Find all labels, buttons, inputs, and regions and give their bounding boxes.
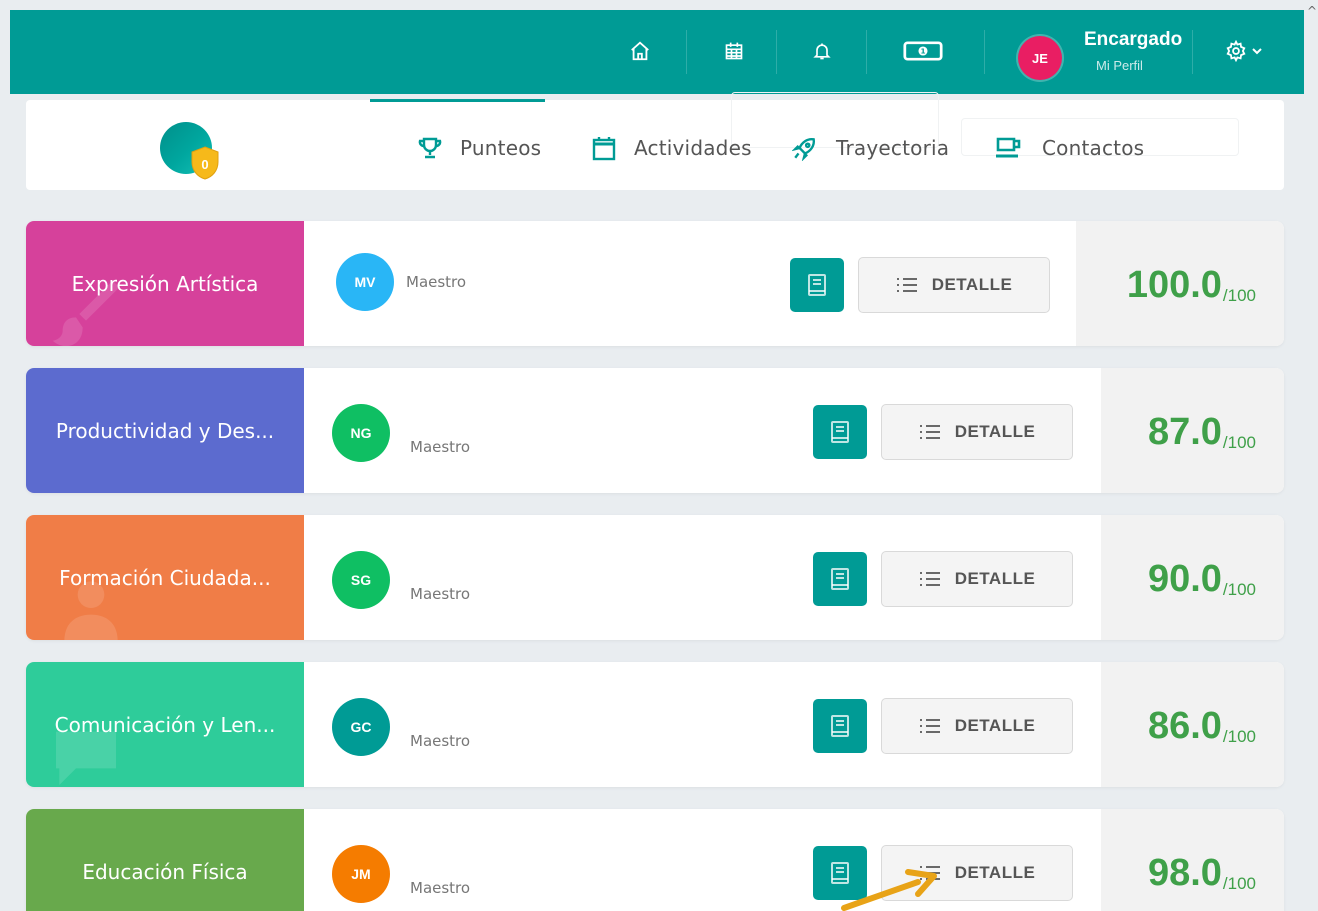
tab-label: Contactos [1042,136,1145,160]
course-card: Comunicación y Len... GC Maestro DETALLE 86.… [26,662,1284,787]
tab-label: Punteos [460,136,542,160]
detail-button[interactable]: DETALLE [881,404,1073,460]
tab-punteos[interactable]: Punteos [418,134,541,162]
score-max: /100 [1222,874,1256,893]
navbar-divider [984,30,985,74]
navbar-divider [776,30,777,74]
navbar-divider [686,30,687,74]
badge-count: 0 [201,157,208,172]
user-name[interactable]: Encargado [1084,29,1182,51]
calendar-icon[interactable] [714,34,754,68]
detail-label: DETALLE [954,716,1036,735]
teacher-role: Maestro [406,273,467,291]
score-value: 98.0 [1147,852,1222,894]
bell-icon[interactable] [802,34,842,68]
detail-button[interactable]: DETALLE [881,551,1073,607]
course-name-panel[interactable]: Expresión Artística [26,221,304,346]
score-box: 100.0/100 [1076,221,1284,346]
course-card: Educación Física JM Maestro DETALLE 98.0/100 [26,809,1284,911]
course-name-panel[interactable]: Comunicación y Len... [26,662,304,787]
detail-button[interactable]: DETALLE [858,257,1050,313]
teacher-avatar: SG [332,551,390,609]
score-value: 87.0 [1147,411,1222,453]
teacher-avatar: MV [336,253,394,311]
score-value: 90.0 [1147,558,1222,600]
course-name-panel[interactable]: Educación Física [26,809,304,911]
payments-icon[interactable]: 1 [903,34,943,68]
score-max: /100 [1222,727,1256,746]
book-icon [831,715,849,737]
course-name-panel[interactable]: Formación Ciudada... [26,515,304,640]
student-tabs-panel: 0 Punteos Actividades Trayectoria Contac… [26,92,1284,190]
pointer-arrow-icon [841,869,937,911]
scrollbar-up-arrow[interactable]: ^ [1306,4,1318,24]
score-box: 98.0/100 [1101,809,1284,911]
book-button[interactable] [790,258,844,312]
detail-label: DETALLE [954,569,1036,588]
book-icon [831,568,849,590]
list-icon [919,425,940,439]
calendar-icon [592,137,616,161]
course-card: Expresión Artística MV Maestro DETALLE 100.0… [26,221,1284,346]
course-card: Formación Ciudada... SG Maestro DETALLE 90.0… [26,515,1284,640]
list-icon [919,572,940,586]
navbar-divider [866,30,867,74]
navbar-divider [1192,30,1193,74]
teacher-role: Maestro [410,438,471,456]
tab-actividades[interactable]: Actividades [592,134,752,162]
home-icon[interactable] [620,34,660,68]
course-card: Productividad y Des... NG Maestro DETALLE 87… [26,368,1284,493]
score-max: /100 [1222,580,1256,599]
cup-icon [996,137,1021,158]
teacher-role: Maestro [410,585,471,603]
tab-label: Actividades [634,136,752,160]
course-name: Productividad y Des... [55,418,275,443]
course-name: Educación Física [82,859,248,884]
teacher-role: Maestro [410,732,471,750]
score-value: 100.0 [1126,264,1222,306]
settings-icon[interactable] [1216,34,1272,68]
trophy-icon [418,137,442,159]
profile-link[interactable]: Mi Perfil [1096,58,1143,73]
course-name: Formación Ciudada... [59,565,271,590]
score-box: 90.0/100 [1101,515,1284,640]
book-button[interactable] [813,699,867,753]
rocket-icon [792,137,816,161]
course-name-panel[interactable]: Productividad y Des... [26,368,304,493]
teacher-avatar: GC [332,698,390,756]
book-icon [831,421,849,443]
score-box: 86.0/100 [1101,662,1284,787]
tab-trayectoria[interactable]: Trayectoria [792,134,949,162]
top-navbar: 1 JE Encargado Mi Perfil [10,10,1304,94]
detail-label: DETALLE [931,275,1013,294]
svg-text:1: 1 [920,47,925,56]
course-name: Expresión Artística [71,271,259,296]
score-box: 87.0/100 [1101,368,1284,493]
teacher-role: Maestro [410,879,471,897]
active-tab-indicator [370,99,545,102]
detail-label: DETALLE [954,422,1036,441]
list-icon [896,278,917,292]
shield-badge-icon: 0 [191,146,219,180]
user-avatar[interactable]: JE [1018,36,1062,80]
course-name: Comunicación y Len... [54,712,276,737]
tab-label: Trayectoria [836,136,950,160]
detail-label: DETALLE [954,863,1036,882]
book-button[interactable] [813,405,867,459]
list-icon [919,719,940,733]
teacher-avatar: NG [332,404,390,462]
score-value: 86.0 [1147,705,1222,747]
teacher-avatar: JM [332,845,390,903]
detail-button[interactable]: DETALLE [881,698,1073,754]
tab-contactos[interactable]: Contactos [994,134,1144,162]
book-icon [808,274,826,296]
book-button[interactable] [813,552,867,606]
score-max: /100 [1222,433,1256,452]
score-max: /100 [1222,286,1256,305]
